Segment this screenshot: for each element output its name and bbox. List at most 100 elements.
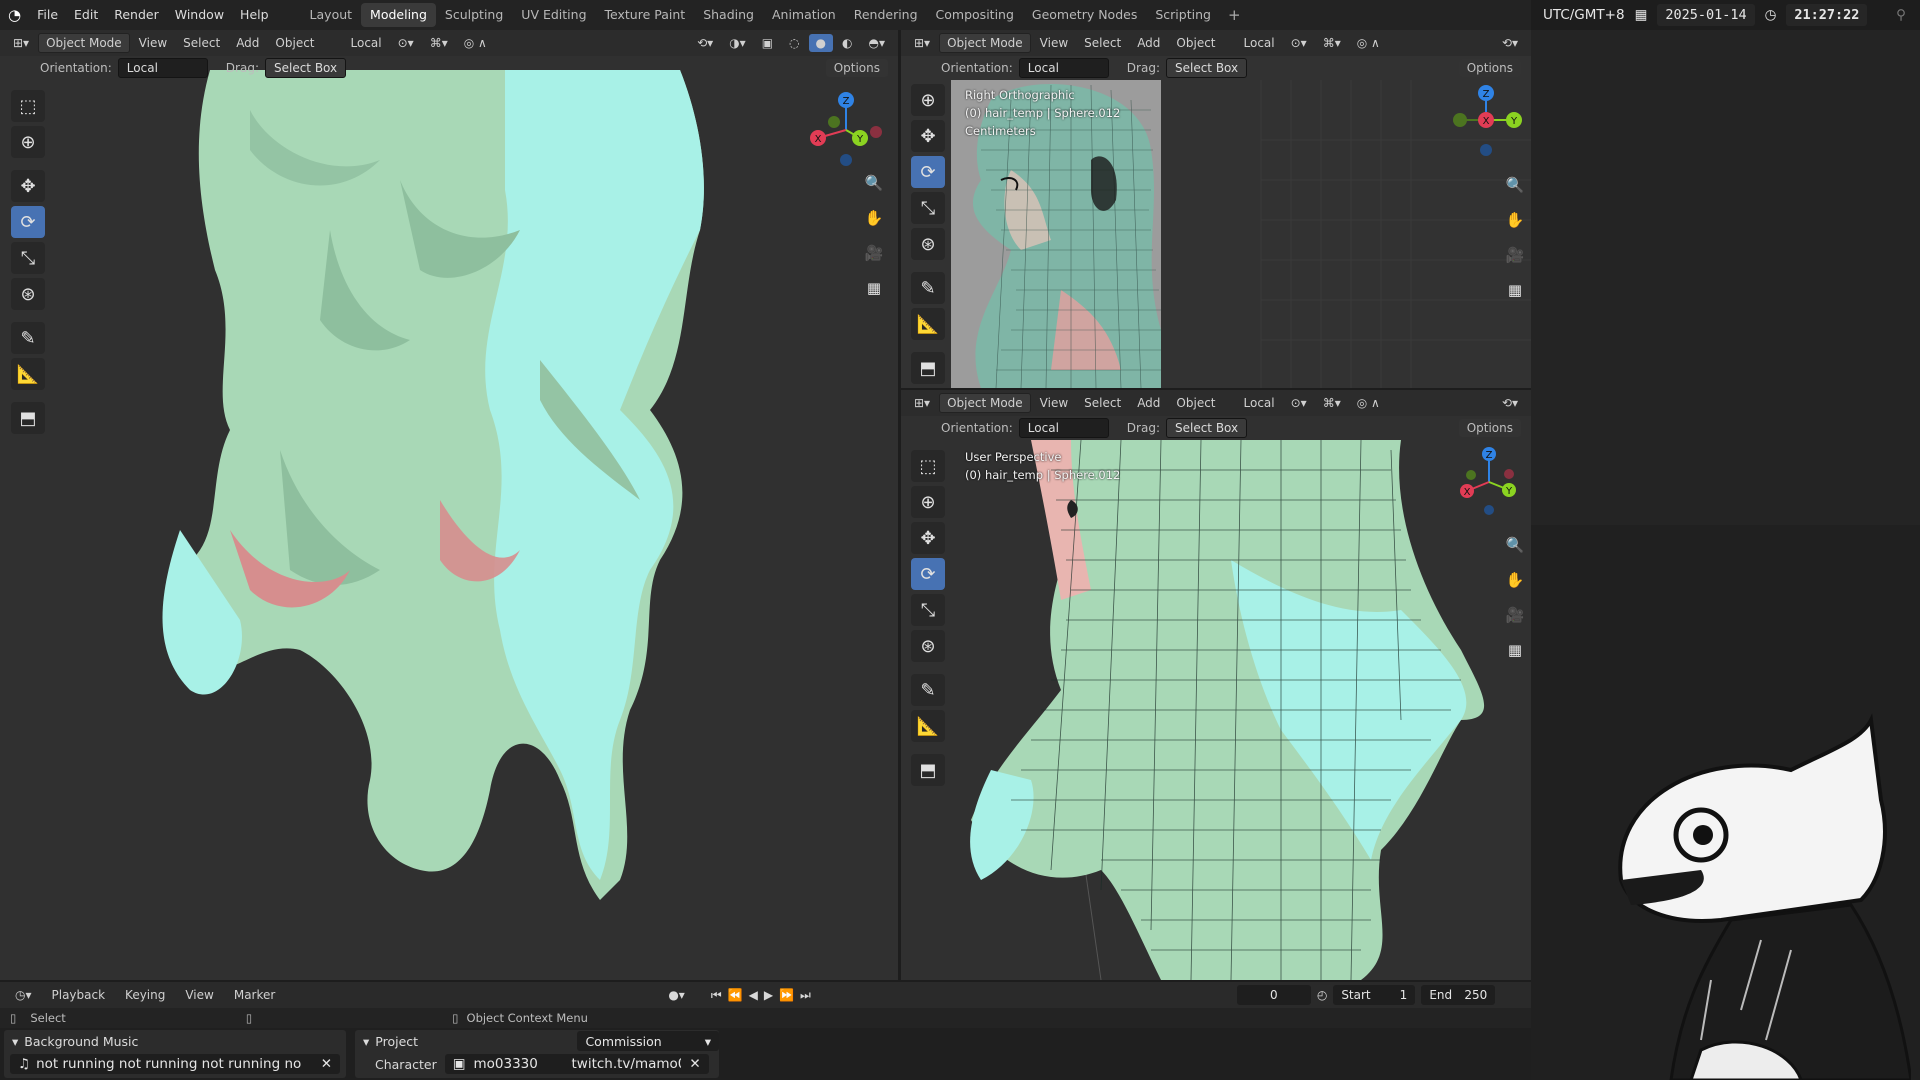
collapse-arrow-icon[interactable]: ▾: [363, 1034, 369, 1049]
move-icon[interactable]: ✥: [11, 170, 45, 202]
pivot-icon[interactable]: ⊙▾: [391, 34, 421, 52]
measure-icon[interactable]: 📐: [911, 308, 945, 340]
project-panel-header[interactable]: ▾ Project Commission ▾: [355, 1030, 719, 1052]
shading-wireframe-icon[interactable]: ◌: [782, 34, 806, 52]
camera-icon[interactable]: 🎥: [861, 240, 887, 266]
stopwatch-icon[interactable]: ◴: [1317, 988, 1327, 1002]
select-box-icon[interactable]: ⬚: [11, 90, 45, 122]
options-dropdown[interactable]: Options: [825, 59, 888, 77]
mode-dropdown[interactable]: Object Mode: [939, 33, 1031, 53]
transform-icon[interactable]: ⊛: [11, 278, 45, 310]
menu-file[interactable]: File: [29, 0, 66, 30]
menu-marker[interactable]: Marker: [227, 986, 282, 1004]
orientation-dropdown[interactable]: Local: [1018, 58, 1109, 78]
menu-render[interactable]: Render: [106, 0, 167, 30]
snap-icon[interactable]: ⌘▾: [1316, 34, 1348, 52]
xray-icon[interactable]: ▣: [755, 34, 780, 52]
user-perspective-viewport[interactable]: ⊞▾ Object Mode View Select Add Object Lo…: [901, 390, 1531, 980]
transform-orientation-dropdown[interactable]: Local: [1237, 34, 1282, 52]
transform-orientation-dropdown[interactable]: Local: [1237, 394, 1282, 412]
clear-icon[interactable]: ✕: [689, 1056, 700, 1072]
menu-add[interactable]: Add: [1130, 34, 1167, 52]
pivot-icon[interactable]: ⊙▾: [1284, 34, 1314, 52]
rotate-icon[interactable]: ⟳: [11, 206, 45, 238]
menu-keying[interactable]: Keying: [118, 986, 172, 1004]
editor-type-icon[interactable]: ⊞▾: [907, 34, 937, 52]
tab-layout[interactable]: Layout: [301, 3, 362, 27]
tab-compositing[interactable]: Compositing: [927, 3, 1023, 27]
tab-texture-paint[interactable]: Texture Paint: [596, 3, 695, 27]
play-icon[interactable]: ▶: [764, 988, 773, 1002]
viewport-gizmo-icon[interactable]: ⟲▾: [690, 34, 720, 52]
add-cube-icon[interactable]: ⬒: [11, 402, 45, 434]
menu-add[interactable]: Add: [1130, 394, 1167, 412]
shading-rendered-icon[interactable]: ◓▾: [862, 34, 893, 52]
menu-view[interactable]: View: [1033, 394, 1075, 412]
current-frame-field[interactable]: 0: [1236, 985, 1311, 1005]
add-cube-icon[interactable]: ⬒: [911, 754, 945, 786]
camera-icon[interactable]: 🎥: [1502, 602, 1528, 628]
proportional-edit-icon[interactable]: ◎ ∧: [1350, 34, 1387, 52]
right-ortho-viewport[interactable]: ⊞▾ Object Mode View Select Add Object Lo…: [901, 30, 1531, 388]
options-dropdown[interactable]: Options: [1458, 419, 1521, 437]
tab-animation[interactable]: Animation: [763, 3, 845, 27]
cursor-icon[interactable]: ⊕: [11, 126, 45, 158]
menu-window[interactable]: Window: [167, 0, 232, 30]
pivot-icon[interactable]: ⊙▾: [1284, 394, 1314, 412]
menu-edit[interactable]: Edit: [66, 0, 106, 30]
music-panel-header[interactable]: ▾ Background Music: [4, 1030, 346, 1052]
zoom-icon[interactable]: 🔍: [1502, 532, 1528, 558]
next-key-icon[interactable]: ⏩: [779, 988, 794, 1002]
menu-add[interactable]: Add: [229, 34, 266, 52]
prev-key-icon[interactable]: ⏪: [728, 988, 743, 1002]
viewport-gizmo-icon[interactable]: ⟲▾: [1495, 34, 1525, 52]
collapse-arrow-icon[interactable]: ▾: [12, 1034, 18, 1049]
navigation-gizmo[interactable]: Z X Y: [1449, 442, 1529, 522]
tab-sculpting[interactable]: Sculpting: [436, 3, 512, 27]
tab-scripting[interactable]: Scripting: [1146, 3, 1220, 27]
grid-icon[interactable]: ▦: [1502, 277, 1528, 303]
camera-icon[interactable]: 🎥: [1502, 242, 1528, 268]
drag-dropdown[interactable]: Select Box: [1165, 418, 1248, 438]
project-dropdown[interactable]: Commission ▾: [577, 1031, 719, 1051]
music-status-field[interactable]: ♫ not running not running not running no…: [10, 1054, 340, 1074]
character-field[interactable]: ▣ mo03330 twitch.tv/mamo03: ✕: [444, 1054, 709, 1074]
menu-object[interactable]: Object: [1169, 34, 1222, 52]
viewport-gizmo-icon[interactable]: ⟲▾: [1495, 394, 1525, 412]
add-workspace-icon[interactable]: +: [1220, 6, 1249, 24]
grid-icon[interactable]: ▦: [1502, 637, 1528, 663]
editor-type-icon[interactable]: ⊞▾: [6, 34, 36, 52]
scale-icon[interactable]: ⤡: [911, 594, 945, 626]
measure-icon[interactable]: 📐: [911, 710, 945, 742]
editor-type-icon[interactable]: ⊞▾: [907, 394, 937, 412]
end-frame-field[interactable]: End 250: [1421, 985, 1496, 1005]
menu-object[interactable]: Object: [1169, 394, 1222, 412]
menu-select[interactable]: Select: [1077, 34, 1128, 52]
rotate-icon[interactable]: ⟳: [911, 156, 945, 188]
grid-icon[interactable]: ▦: [861, 275, 887, 301]
navigation-gizmo[interactable]: Z X Y: [800, 85, 890, 175]
measure-icon[interactable]: 📐: [11, 358, 45, 390]
tab-modeling[interactable]: Modeling: [361, 3, 436, 27]
mode-dropdown[interactable]: Object Mode: [939, 393, 1031, 413]
orientation-dropdown[interactable]: Local: [1018, 418, 1109, 438]
navigation-gizmo[interactable]: Z Y X: [1446, 80, 1526, 160]
pan-hand-icon[interactable]: ✋: [1502, 567, 1528, 593]
transform-orientation-dropdown[interactable]: Local: [344, 34, 389, 52]
zoom-icon[interactable]: 🔍: [861, 170, 887, 196]
cursor-icon[interactable]: ⊕: [911, 84, 945, 116]
menu-help[interactable]: Help: [232, 0, 277, 30]
move-icon[interactable]: ✥: [911, 522, 945, 554]
clear-icon[interactable]: ✕: [321, 1056, 332, 1072]
transform-icon[interactable]: ⊛: [911, 630, 945, 662]
add-cube-icon[interactable]: ⬒: [911, 352, 945, 384]
pin-icon[interactable]: ⚲: [1896, 7, 1906, 23]
orientation-dropdown[interactable]: Local: [117, 58, 208, 78]
shading-material-icon[interactable]: ◐: [835, 34, 859, 52]
scale-icon[interactable]: ⤡: [11, 242, 45, 274]
transform-icon[interactable]: ⊛: [911, 228, 945, 260]
scale-icon[interactable]: ⤡: [911, 192, 945, 224]
annotate-icon[interactable]: ✎: [11, 322, 45, 354]
zoom-icon[interactable]: 🔍: [1502, 172, 1528, 198]
menu-playback[interactable]: Playback: [45, 986, 113, 1004]
